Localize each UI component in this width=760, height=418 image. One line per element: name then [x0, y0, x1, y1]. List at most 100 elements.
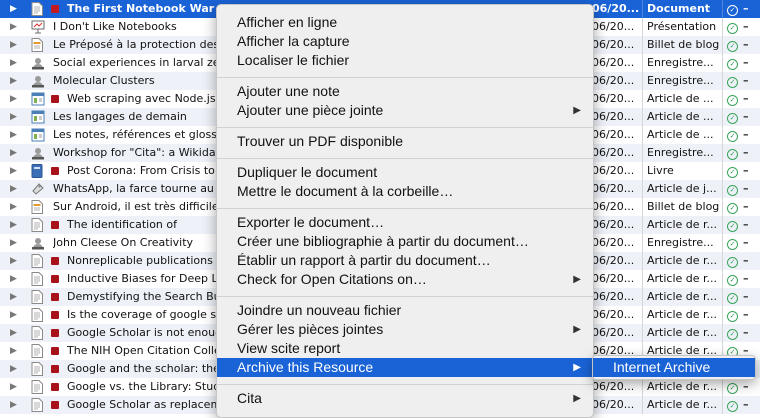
- menu-item-label: Localiser le fichier: [237, 52, 350, 68]
- blog-post-icon: [31, 36, 45, 54]
- journal-article-icon: [31, 342, 45, 360]
- sync-status: ✓–: [727, 54, 757, 72]
- archive-submenu: Internet Archive: [592, 355, 756, 380]
- expand-row-icon[interactable]: ▶: [10, 378, 22, 396]
- expand-row-icon[interactable]: ▶: [10, 162, 22, 180]
- column-divider: [642, 324, 643, 342]
- menu-item-ajouter-une-piece-jointe[interactable]: Ajouter une pièce jointe ▶: [217, 101, 593, 120]
- expand-row-icon[interactable]: ▶: [10, 0, 22, 18]
- sync-status: ✓–: [727, 36, 757, 54]
- item-title: The identification of: [67, 218, 177, 231]
- expand-row-icon[interactable]: ▶: [10, 126, 22, 144]
- journal-article-icon: [31, 396, 45, 414]
- column-divider: [642, 198, 643, 216]
- item-date: 06/20...: [592, 272, 635, 285]
- expand-row-icon[interactable]: ▶: [10, 36, 22, 54]
- submenu-item-internet-archive[interactable]: Internet Archive: [593, 358, 755, 377]
- expand-row-icon[interactable]: ▶: [10, 54, 22, 72]
- colored-tag-icon: [51, 288, 59, 306]
- expand-row-icon[interactable]: ▶: [10, 342, 22, 360]
- item-date: 06/20...: [592, 38, 635, 51]
- menu-item-label: Créer une bibliographie à partir du docu…: [237, 233, 529, 249]
- expand-row-icon[interactable]: ▶: [10, 306, 22, 324]
- item-type: Article de ...: [647, 110, 714, 123]
- menu-item-gerer-les-pieces-jointes[interactable]: Gérer les pièces jointes ▶: [217, 320, 593, 339]
- column-divider: [722, 18, 723, 36]
- check-circle-icon: ✓: [727, 293, 738, 304]
- newspaper-article-icon: [31, 180, 45, 198]
- menu-item-exporter-le-document[interactable]: Exporter le document…: [217, 213, 593, 232]
- menu-separator: [217, 296, 593, 297]
- column-divider: [722, 108, 723, 126]
- menu-item-ajouter-une-note[interactable]: Ajouter une note: [217, 82, 593, 101]
- expand-row-icon[interactable]: ▶: [10, 216, 22, 234]
- menu-item-mettre-le-document-a-la-corbeille[interactable]: Mettre le document à la corbeille…: [217, 182, 593, 201]
- menu-item-label: Gérer les pièces jointes: [237, 321, 384, 337]
- menu-item-dupliquer-le-document[interactable]: Dupliquer le document: [217, 163, 593, 182]
- expand-row-icon[interactable]: ▶: [10, 396, 22, 414]
- menu-item-label: Archive this Resource: [237, 359, 374, 375]
- submenu-arrow-icon: ▶: [573, 393, 581, 404]
- menu-item-view-scite-report[interactable]: View scite report: [217, 339, 593, 358]
- menu-item-afficher-en-ligne[interactable]: Afficher en ligne: [217, 13, 593, 32]
- dash-icon: –: [743, 380, 749, 393]
- menu-item-creer-une-bibliographie-a-partir-du-document[interactable]: Créer une bibliographie à partir du docu…: [217, 232, 593, 251]
- menu-item-cita[interactable]: Cita ▶: [217, 389, 593, 408]
- column-divider: [642, 144, 643, 162]
- menu-item-localiser-le-fichier[interactable]: Localiser le fichier: [217, 51, 593, 70]
- expand-row-icon[interactable]: ▶: [10, 90, 22, 108]
- dash-icon: –: [743, 74, 749, 87]
- check-circle-icon: ✓: [727, 311, 738, 322]
- sync-status: ✓–: [727, 198, 757, 216]
- colored-tag-icon: [51, 162, 59, 180]
- menu-item-afficher-la-capture[interactable]: Afficher la capture: [217, 32, 593, 51]
- menu-item-label: Trouver un PDF disponible: [237, 133, 404, 149]
- expand-row-icon[interactable]: ▶: [10, 270, 22, 288]
- dash-icon: –: [743, 146, 749, 159]
- item-title: Workshop for "Cita": a Wikidat: [53, 146, 216, 159]
- menu-item-trouver-un-pdf-disponible[interactable]: Trouver un PDF disponible: [217, 132, 593, 151]
- column-divider: [642, 252, 643, 270]
- column-divider: [642, 378, 643, 396]
- expand-row-icon[interactable]: ▶: [10, 234, 22, 252]
- check-circle-icon: ✓: [727, 185, 738, 196]
- expand-row-icon[interactable]: ▶: [10, 252, 22, 270]
- column-divider: [642, 72, 643, 90]
- menu-item-check-for-open-citations-on[interactable]: Check for Open Citations on… ▶: [217, 270, 593, 289]
- menu-item-label: Afficher la capture: [237, 33, 350, 49]
- expand-row-icon[interactable]: ▶: [10, 198, 22, 216]
- expand-row-icon[interactable]: ▶: [10, 18, 22, 36]
- journal-article-icon: [31, 270, 45, 288]
- colored-tag-icon: [51, 216, 59, 234]
- expand-row-icon[interactable]: ▶: [10, 360, 22, 378]
- expand-row-icon[interactable]: ▶: [10, 72, 22, 90]
- expand-row-icon[interactable]: ▶: [10, 288, 22, 306]
- expand-row-icon[interactable]: ▶: [10, 144, 22, 162]
- item-type: Enregistre...: [647, 56, 714, 69]
- menu-item-joindre-un-nouveau-fichier[interactable]: Joindre un nouveau fichier: [217, 301, 593, 320]
- menu-item-label: Cita: [237, 390, 262, 406]
- journal-article-icon: [31, 252, 45, 270]
- menu-item-archive-this-resource[interactable]: Archive this Resource ▶: [217, 358, 593, 377]
- column-divider: [642, 216, 643, 234]
- menu-item-label: Afficher en ligne: [237, 14, 338, 30]
- colored-tag-icon: [51, 0, 59, 18]
- column-divider: [642, 36, 643, 54]
- menu-item-etablir-un-rapport-a-partir-du-document[interactable]: Établir un rapport à partir du document…: [217, 251, 593, 270]
- expand-row-icon[interactable]: ▶: [10, 108, 22, 126]
- expand-row-icon[interactable]: ▶: [10, 180, 22, 198]
- item-title: Sur Android, il est très difficile: [53, 200, 216, 213]
- item-date: 06/20...: [592, 2, 640, 15]
- item-title: Demystifying the Search But: [67, 290, 216, 303]
- sync-status: ✓–: [727, 216, 757, 234]
- document-icon: [31, 0, 45, 18]
- check-circle-icon: ✓: [727, 149, 738, 160]
- column-divider: [722, 180, 723, 198]
- journal-article-icon: [31, 216, 45, 234]
- web-page-icon: [31, 90, 45, 108]
- column-divider: [722, 72, 723, 90]
- item-date: 06/20...: [592, 398, 635, 411]
- expand-row-icon[interactable]: ▶: [10, 324, 22, 342]
- item-date: 06/20...: [592, 92, 635, 105]
- check-circle-icon: ✓: [727, 131, 738, 142]
